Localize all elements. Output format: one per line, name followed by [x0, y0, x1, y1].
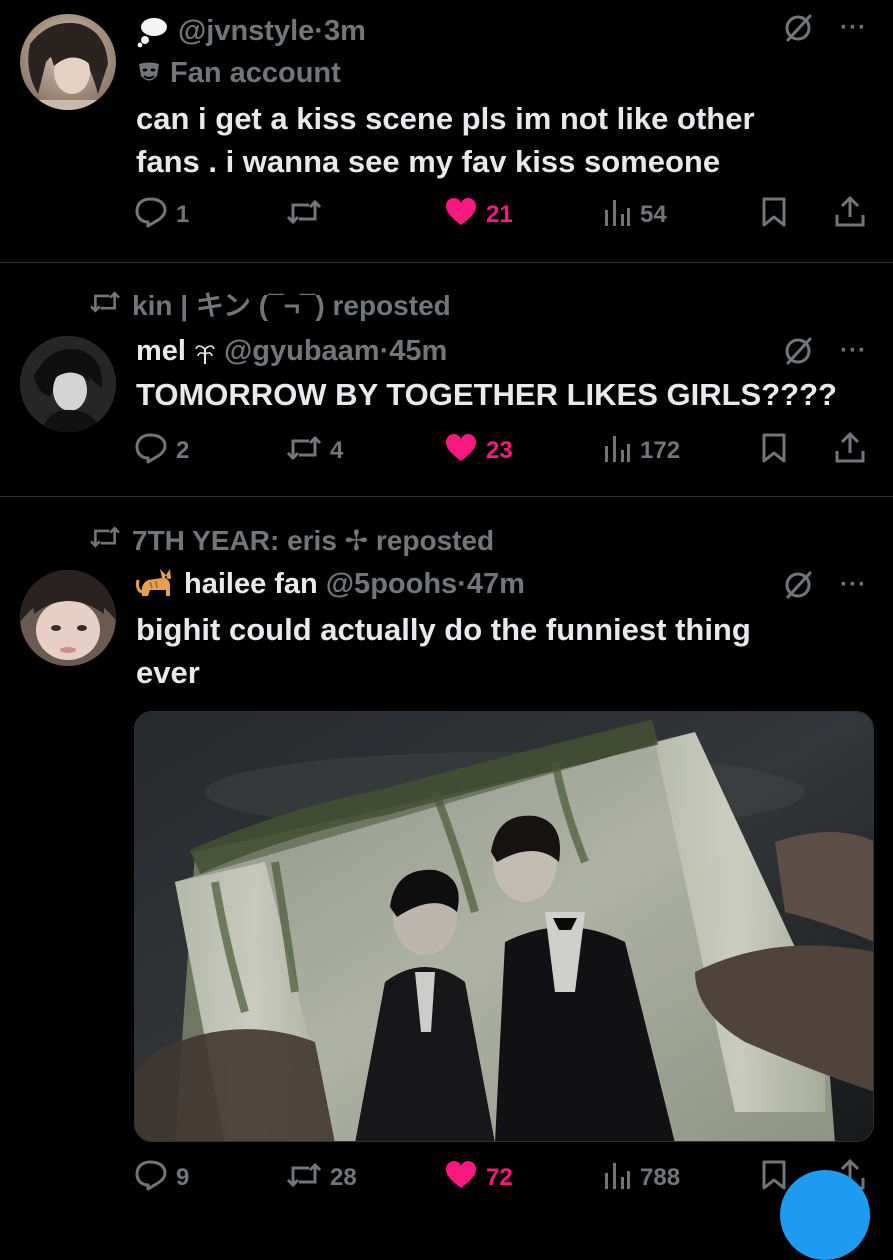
tweet-2[interactable]: kin | キン (¯¬¯) reposted mel @gyubaam ·45m…	[0, 263, 893, 496]
like-count: 21	[486, 201, 513, 228]
repost-context-text[interactable]: kin | キン (¯¬¯) reposted	[132, 289, 451, 323]
tweet-top-controls: ···	[782, 335, 867, 367]
reply-icon	[134, 1159, 168, 1198]
bookmark-button[interactable]	[760, 195, 788, 235]
reply-button[interactable]: 1	[134, 195, 189, 235]
views-count: 788	[640, 1164, 681, 1191]
heart-filled-icon	[444, 432, 478, 471]
tweet-text: bighit could actually do the funniest th…	[136, 608, 856, 694]
tweet-text-line: ever	[136, 655, 200, 690]
views-button[interactable]: 172	[602, 431, 680, 471]
tweet-actions: 1 21 54	[134, 195, 869, 235]
views-button[interactable]: 788	[602, 1158, 680, 1198]
display-name[interactable]: mel	[136, 334, 186, 368]
fan-account-label: Fan account	[136, 56, 341, 90]
thought-balloon-icon	[136, 14, 170, 48]
label-text: Fan account	[170, 57, 341, 89]
views-icon	[602, 196, 632, 235]
compose-fab-button[interactable]	[780, 1170, 870, 1260]
repost-button[interactable]	[286, 195, 330, 235]
tweet-text-line: bighit could actually do the funniest th…	[136, 612, 751, 647]
views-count: 172	[640, 437, 681, 464]
views-count: 54	[640, 201, 667, 228]
tweet-text-line: TOMORROW BY TOGETHER LIKES GIRLS????	[136, 377, 837, 412]
repost-context-text[interactable]: 7TH YEAR: eris ✢ reposted	[132, 524, 494, 558]
like-button[interactable]: 21	[444, 195, 513, 235]
tweet-media-image[interactable]	[134, 711, 874, 1142]
views-button[interactable]: 54	[602, 195, 667, 235]
repost-context: kin | キン (¯¬¯) reposted	[88, 288, 451, 324]
tweet-actions: 9 28 72 788	[134, 1158, 869, 1198]
repost-button[interactable]: 28	[286, 1158, 357, 1198]
bookmark-icon	[760, 1159, 788, 1198]
bookmark-icon	[760, 196, 788, 235]
repost-button[interactable]: 4	[286, 431, 343, 471]
reply-button[interactable]: 2	[134, 431, 189, 471]
grok-icon[interactable]	[782, 12, 814, 44]
bookmark-button[interactable]	[760, 431, 788, 471]
reply-count: 2	[176, 437, 190, 464]
avatar[interactable]	[20, 570, 116, 666]
heart-filled-icon	[444, 196, 478, 235]
like-button[interactable]: 72	[444, 1158, 513, 1198]
heart-filled-icon	[444, 1159, 478, 1198]
tweet-actions: 2 4 23 172	[134, 431, 869, 471]
share-button[interactable]	[834, 431, 866, 471]
tweet-text-line: fans . i wanna see my fav kiss someone	[136, 144, 721, 179]
tweet-time[interactable]: ·3m	[314, 14, 366, 48]
share-button[interactable]	[834, 195, 866, 235]
tweet-handle[interactable]: @5poohs	[326, 567, 457, 601]
sprout-icon	[194, 339, 216, 364]
more-icon[interactable]: ···	[840, 337, 867, 365]
tweet-text-line: can i get a kiss scene pls im not like o…	[136, 101, 755, 136]
views-icon	[602, 1159, 632, 1198]
avatar[interactable]	[20, 14, 116, 110]
tweet-handle[interactable]: @jvnstyle	[178, 14, 314, 48]
repost-count: 28	[330, 1164, 357, 1191]
tweet-header: @jvnstyle ·3m	[136, 14, 366, 48]
reply-icon	[134, 432, 168, 471]
avatar[interactable]	[20, 336, 116, 432]
tweet-top-controls: ···	[782, 569, 867, 601]
display-name[interactable]: hailee fan	[184, 567, 318, 601]
more-icon[interactable]: ···	[840, 14, 867, 42]
reply-count: 9	[176, 1164, 190, 1191]
share-icon	[834, 431, 866, 472]
bookmark-button[interactable]	[760, 1158, 788, 1198]
repost-icon	[286, 1159, 322, 1198]
share-icon	[834, 195, 866, 236]
tweet-time[interactable]: ·47m	[457, 567, 525, 601]
tweet-time[interactable]: ·45m	[380, 334, 448, 368]
tweet-header: hailee fan @5poohs ·47m	[136, 566, 525, 602]
reply-button[interactable]: 9	[134, 1158, 189, 1198]
views-icon	[602, 432, 632, 471]
repost-context: 7TH YEAR: eris ✢ reposted	[88, 523, 494, 559]
repost-icon	[88, 288, 122, 324]
more-icon[interactable]: ···	[840, 571, 867, 599]
tweet-header: mel @gyubaam ·45m	[136, 334, 447, 368]
like-button[interactable]: 23	[444, 431, 513, 471]
tweet-text: can i get a kiss scene pls im not like o…	[136, 97, 856, 183]
like-count: 72	[486, 1164, 513, 1191]
repost-count: 4	[330, 437, 344, 464]
cat-icon	[136, 566, 176, 602]
reply-count: 1	[176, 201, 190, 228]
repost-icon	[88, 523, 122, 559]
theater-mask-icon	[136, 60, 162, 86]
repost-icon	[286, 432, 322, 471]
tweet-1[interactable]: @jvnstyle ·3m Fan account ··· can i get a…	[0, 0, 893, 262]
tweet-top-controls: ···	[782, 12, 867, 44]
reply-icon	[134, 196, 168, 235]
like-count: 23	[486, 437, 513, 464]
grok-icon[interactable]	[782, 335, 814, 367]
grok-icon[interactable]	[782, 569, 814, 601]
repost-icon	[286, 196, 322, 235]
tweet-handle[interactable]: @gyubaam	[224, 334, 380, 368]
tweet-text: TOMORROW BY TOGETHER LIKES GIRLS????	[136, 373, 876, 416]
bookmark-icon	[760, 432, 788, 471]
